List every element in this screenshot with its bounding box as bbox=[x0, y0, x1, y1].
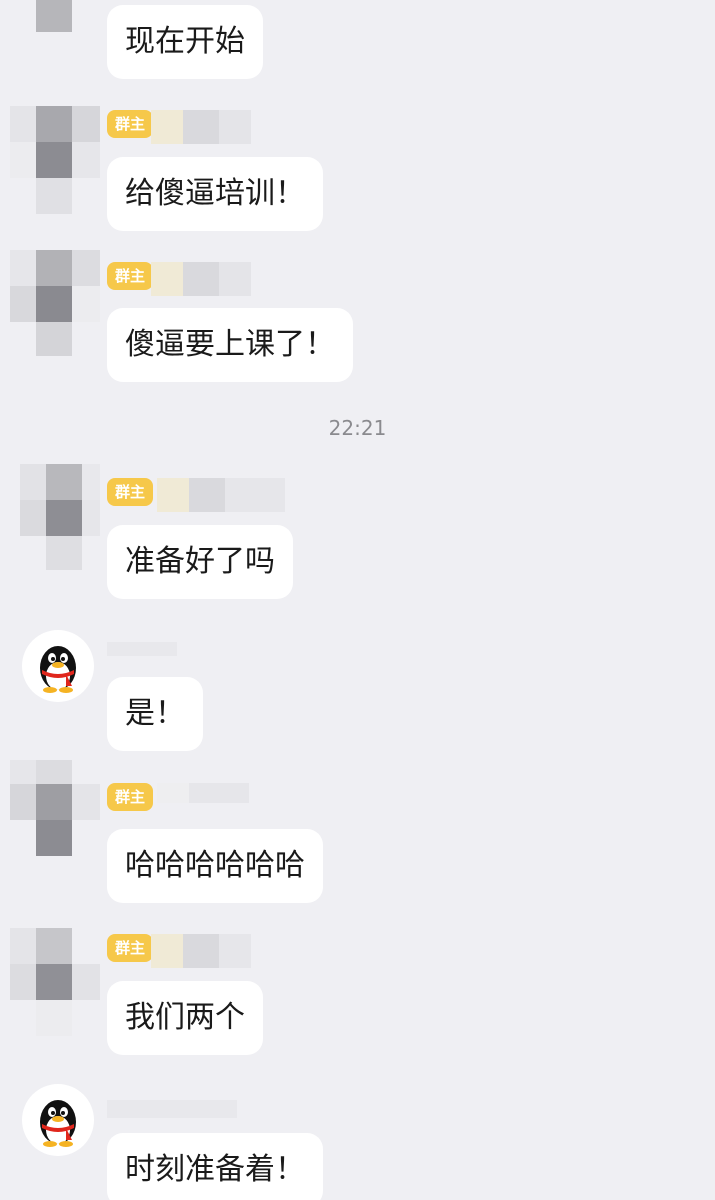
sender-name-blurred bbox=[189, 478, 225, 512]
sender-name-blurred bbox=[183, 934, 219, 968]
message-bubble[interactable]: 是！ bbox=[107, 677, 203, 751]
message-bubble[interactable]: 给傻逼培训！ bbox=[107, 157, 323, 231]
group-owner-badge: 群主 bbox=[107, 110, 153, 138]
qq-penguin-icon[interactable] bbox=[22, 630, 94, 702]
sender-name-blurred bbox=[151, 110, 183, 144]
timestamp: 22:21 bbox=[328, 416, 387, 440]
sender-name-blurred bbox=[189, 783, 249, 803]
owner-avatar[interactable] bbox=[10, 250, 100, 360]
group-owner-badge: 群主 bbox=[107, 262, 153, 290]
sender-name-blurred bbox=[157, 783, 189, 803]
sender-name-blurred bbox=[219, 934, 251, 968]
message-bubble[interactable]: 我们两个 bbox=[107, 981, 263, 1055]
owner-avatar[interactable] bbox=[10, 0, 100, 70]
group-owner-badge: 群主 bbox=[107, 783, 153, 811]
sender-name-blurred bbox=[107, 1100, 237, 1118]
group-owner-badge: 群主 bbox=[107, 478, 153, 506]
message-bubble[interactable]: 傻逼要上课了！ bbox=[107, 308, 353, 382]
sender-name-blurred bbox=[151, 262, 183, 296]
message-bubble[interactable]: 哈哈哈哈哈哈 bbox=[107, 829, 323, 903]
sender-name-blurred bbox=[219, 262, 251, 296]
sender-name-blurred bbox=[225, 478, 285, 512]
message-bubble[interactable]: 现在开始 bbox=[107, 5, 263, 79]
group-owner-badge: 群主 bbox=[107, 934, 153, 962]
owner-avatar[interactable] bbox=[10, 106, 100, 216]
message-bubble[interactable]: 时刻准备着！ bbox=[107, 1133, 323, 1200]
sender-name-blurred bbox=[107, 642, 177, 656]
sender-name-blurred bbox=[157, 478, 189, 512]
owner-avatar[interactable] bbox=[10, 760, 100, 870]
sender-name-blurred bbox=[151, 934, 183, 968]
sender-name-blurred bbox=[219, 110, 251, 144]
owner-avatar[interactable] bbox=[10, 464, 100, 574]
owner-avatar[interactable] bbox=[10, 928, 100, 1038]
message-bubble[interactable]: 准备好了吗 bbox=[107, 525, 293, 599]
sender-name-blurred bbox=[183, 110, 219, 144]
sender-name-blurred bbox=[183, 262, 219, 296]
chat-window: 现在开始 群主 给傻逼培训！ 群主 傻逼要上课了！ 22:21 群主 准备好了吗… bbox=[0, 0, 715, 1200]
qq-penguin-icon[interactable] bbox=[22, 1084, 94, 1156]
